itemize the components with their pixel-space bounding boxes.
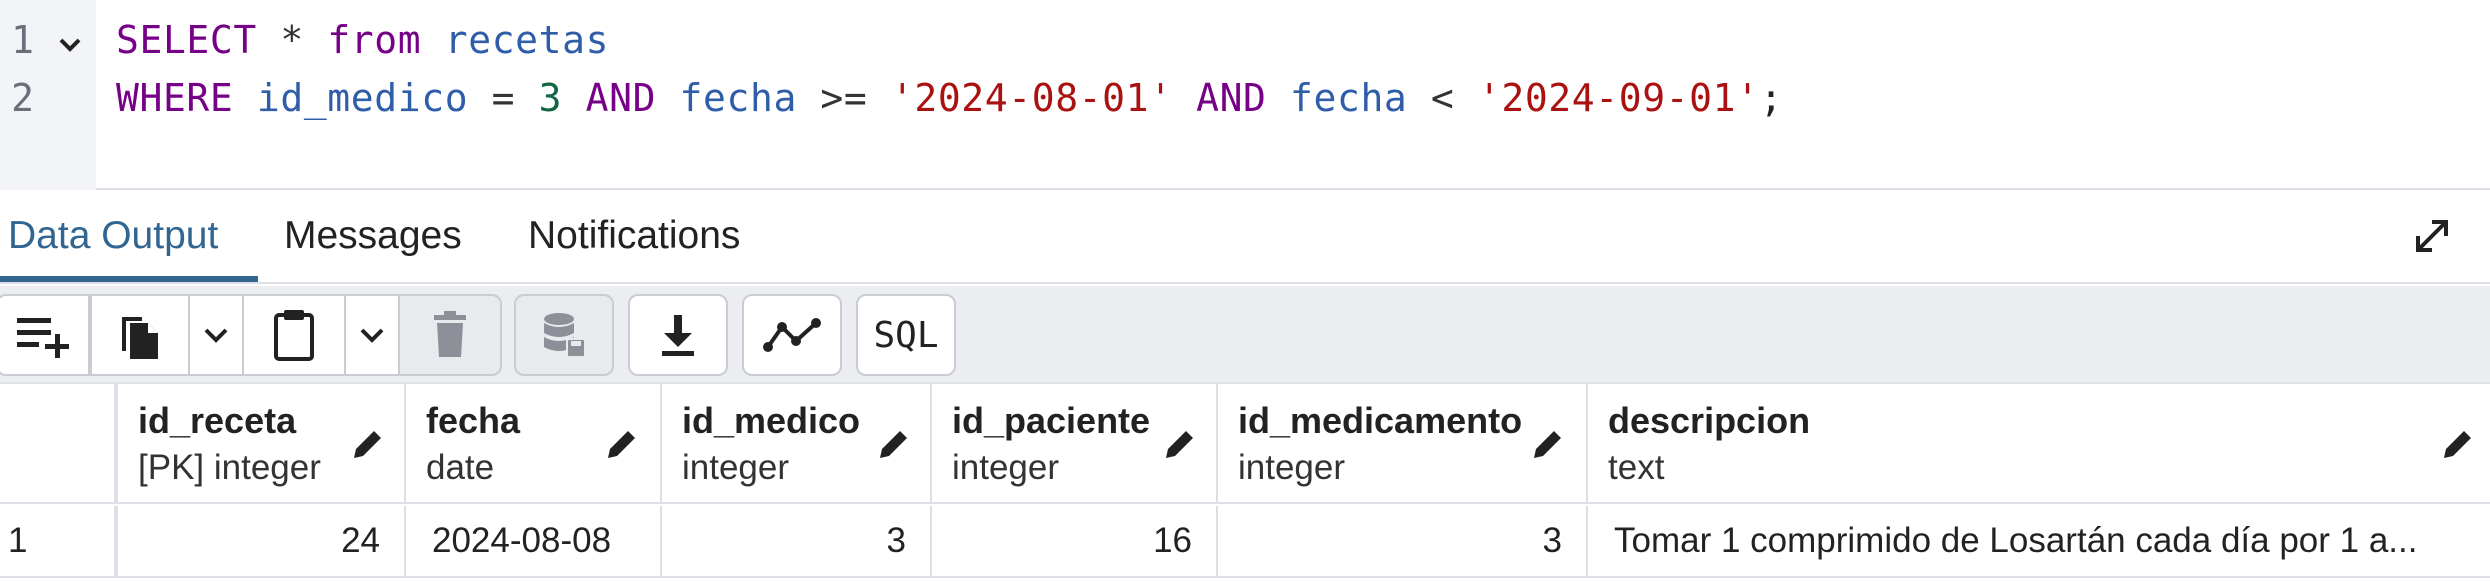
add-row-icon (17, 318, 69, 358)
paste-button[interactable] (242, 294, 346, 376)
column-name: id_receta (138, 400, 297, 441)
column-type: date (426, 448, 495, 487)
tab-messages[interactable]: Messages (284, 214, 462, 258)
data-toolbar: SQL (0, 286, 2490, 384)
chevron-down-icon (360, 328, 384, 343)
sql-identifier: id_medico (256, 76, 469, 120)
column-name: descripcion (1608, 400, 1811, 441)
column-header-id-medico[interactable]: id_medico integer (662, 384, 932, 504)
column-type: text (1608, 448, 1665, 487)
copy-icon (122, 317, 158, 359)
sql-star: * (280, 18, 304, 62)
maximize-icon[interactable] (2408, 212, 2456, 260)
edit-pencil-icon[interactable] (1162, 426, 1198, 462)
column-name: id_paciente (952, 400, 1151, 441)
tab-notifications[interactable]: Notifications (528, 214, 740, 258)
row-number[interactable]: 1 (0, 506, 118, 578)
column-type: integer (952, 448, 1060, 487)
column-header-fecha[interactable]: fecha date (406, 384, 662, 504)
edit-pencil-icon[interactable] (1530, 426, 1566, 462)
table-cell[interactable]: 16 (932, 506, 1218, 578)
add-row-button[interactable] (0, 294, 90, 376)
chevron-down-icon (204, 328, 228, 343)
sql-keyword: SELECT (116, 18, 257, 62)
table-cell[interactable]: 2024-08-08 (406, 506, 662, 578)
sql-identifier: fecha (1290, 76, 1408, 120)
copy-options-dropdown[interactable] (188, 294, 244, 376)
column-header-id-paciente[interactable]: id_paciente integer (932, 384, 1218, 504)
sql-identifier: fecha (679, 76, 797, 120)
download-icon (662, 315, 694, 356)
graph-icon (763, 318, 821, 352)
sql-keyword: AND (585, 76, 657, 120)
column-header-id-medicamento[interactable]: id_medicamento integer (1218, 384, 1588, 504)
sql-button[interactable]: SQL (856, 294, 956, 376)
sql-operator: >= (820, 76, 868, 120)
code-line-2[interactable]: WHERE id_medico = 3 AND fecha >= '2024-0… (116, 76, 1783, 120)
save-data-button[interactable] (514, 294, 614, 376)
column-name: fecha (426, 400, 521, 441)
sql-string: '2024-09-01' (1477, 76, 1760, 120)
code-line-1[interactable]: SELECT * from recetas (116, 18, 609, 62)
download-button[interactable] (628, 294, 728, 376)
sql-keyword: AND (1196, 76, 1267, 120)
save-data-icon (544, 313, 586, 358)
sql-keyword: WHERE (116, 76, 234, 120)
table-cell[interactable]: 24 (118, 506, 406, 578)
column-type: integer (682, 448, 790, 487)
query-editor[interactable]: 1 2 SELECT * from recetas WHERE id_medic… (0, 0, 2490, 190)
sql-operator: < (1430, 76, 1455, 120)
edit-pencil-icon[interactable] (604, 426, 640, 462)
grid-corner[interactable] (0, 384, 118, 504)
sql-keyword: from (327, 18, 422, 62)
tab-data-output[interactable]: Data Output (8, 214, 218, 258)
active-tab-indicator (0, 276, 258, 282)
fold-chevron-icon[interactable] (56, 34, 84, 56)
results-grid: id_receta [PK] integer fecha date id_med… (0, 384, 2490, 581)
column-type: [PK] integer (138, 448, 321, 487)
column-name: id_medicamento (1238, 400, 1523, 441)
column-name: id_medico (682, 400, 861, 441)
editor-gutter: 1 2 (0, 0, 96, 190)
edit-pencil-icon[interactable] (876, 426, 912, 462)
sql-string: '2024-08-01' (890, 76, 1173, 120)
edit-pencil-icon[interactable] (2440, 426, 2476, 462)
column-header-descripcion[interactable]: descripcion text (1588, 384, 2490, 504)
column-header-id-receta[interactable]: id_receta [PK] integer (118, 384, 406, 504)
table-cell[interactable]: 3 (1218, 506, 1588, 578)
table-cell[interactable]: 3 (662, 506, 932, 578)
sql-table-name: recetas (444, 18, 610, 62)
paste-options-dropdown[interactable] (344, 294, 400, 376)
delete-icon (434, 311, 466, 357)
sql-number: 3 (538, 76, 563, 120)
sql-icon: SQL (873, 314, 939, 356)
line-number: 2 (11, 76, 34, 120)
edit-pencil-icon[interactable] (350, 426, 386, 462)
paste-icon (274, 310, 314, 361)
sql-semicolon: ; (1759, 76, 1784, 120)
sql-operator: = (491, 76, 516, 120)
line-number: 1 (11, 18, 34, 62)
copy-button[interactable] (90, 294, 190, 376)
graph-visualiser-button[interactable] (742, 294, 842, 376)
results-tabs: Data Output Messages Notifications (0, 192, 2490, 284)
table-cell[interactable]: Tomar 1 comprimido de Losartán cada día … (1588, 506, 2490, 578)
column-type: integer (1238, 448, 1346, 487)
delete-button[interactable] (398, 294, 502, 376)
